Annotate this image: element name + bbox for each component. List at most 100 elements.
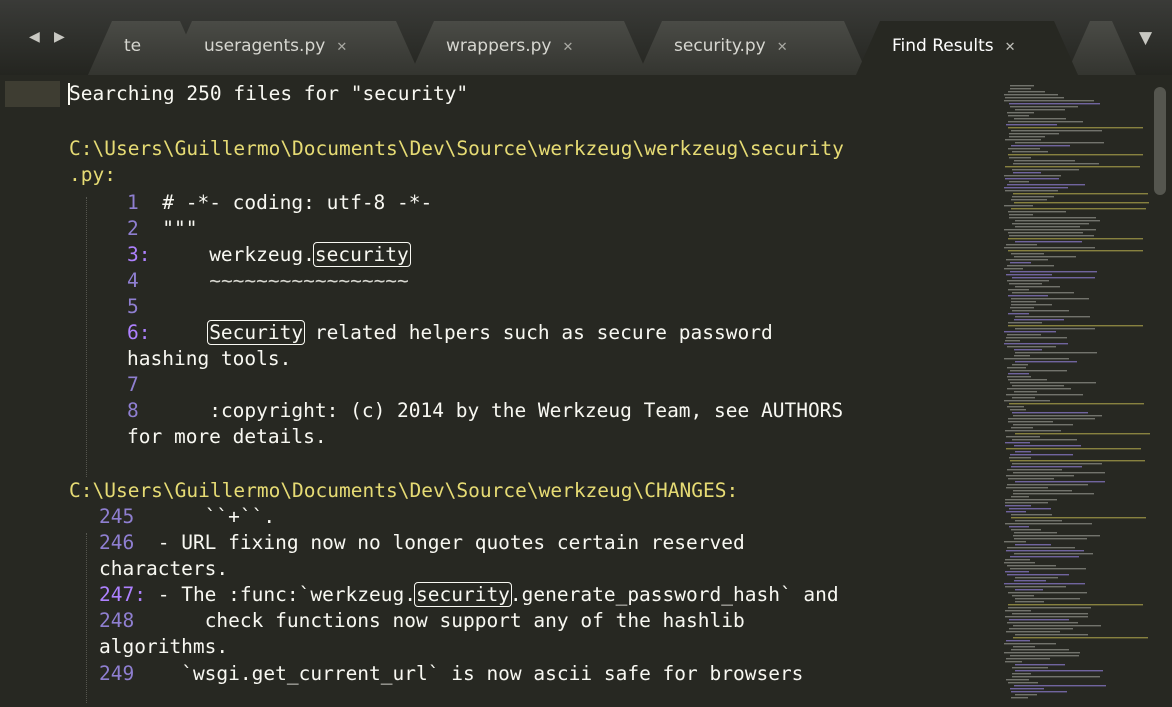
minimap-line bbox=[1009, 628, 1073, 630]
tab-find-results[interactable]: Find Results ✕ bbox=[856, 21, 1078, 75]
line-text: `wsgi.get_current_url` is now ascii safe… bbox=[181, 662, 804, 685]
tab-wrappers-py[interactable]: wrappers.py ✕ bbox=[410, 21, 648, 75]
tab-useragents-py[interactable]: useragents.py ✕ bbox=[168, 21, 420, 75]
tab-scroll-right-icon[interactable]: ▶ bbox=[54, 29, 65, 45]
minimap-line bbox=[1008, 418, 1095, 420]
scrollbar-thumb[interactable] bbox=[1154, 87, 1166, 195]
minimap-line bbox=[1012, 151, 1048, 153]
result-line[interactable]: 4 ~~~~~~~~~~~~~~~~~ bbox=[127, 268, 409, 294]
minimap-line bbox=[1007, 469, 1062, 471]
minimap-line bbox=[1009, 214, 1033, 216]
result-line-match[interactable]: 6: Security related helpers such as secu… bbox=[127, 320, 773, 346]
minimap-line bbox=[1010, 85, 1034, 87]
minimap-line bbox=[1008, 322, 1042, 324]
minimap-line bbox=[1014, 532, 1057, 534]
minimap-line bbox=[1007, 574, 1069, 576]
text-cursor bbox=[68, 83, 70, 105]
minimap-line bbox=[1011, 691, 1067, 693]
line-number: 2 bbox=[127, 217, 139, 240]
minimap-line bbox=[1012, 613, 1088, 615]
tab-bar: ◀ ▶ te useragents.py ✕ wrappers.py ✕ secur… bbox=[0, 0, 1172, 75]
result-line-wrap: for more details. bbox=[127, 425, 327, 448]
line-text: .generate_password_hash` and bbox=[509, 583, 839, 606]
minimap-content bbox=[1004, 85, 1150, 699]
minimap-line bbox=[1005, 523, 1092, 525]
result-line[interactable]: 249 `wsgi.get_current_url` is now ascii … bbox=[99, 661, 803, 687]
minimap-line bbox=[1011, 253, 1044, 255]
minimap-line bbox=[1010, 460, 1145, 462]
minimap-line bbox=[1011, 304, 1052, 306]
minimap-line bbox=[1013, 172, 1041, 174]
minimap-line bbox=[1009, 103, 1100, 105]
file-path[interactable]: C:\Users\Guillermo\Documents\Dev\Source\… bbox=[69, 136, 844, 162]
result-line[interactable]: 245 ``+``. bbox=[99, 504, 275, 530]
minimap-line bbox=[1007, 280, 1049, 282]
tab-security-py[interactable]: security.py ✕ bbox=[638, 21, 868, 75]
minimap-line bbox=[1011, 466, 1082, 468]
minimap-line bbox=[1006, 487, 1048, 489]
close-icon[interactable]: ✕ bbox=[1005, 40, 1016, 55]
vertical-scrollbar[interactable] bbox=[1150, 75, 1172, 707]
line-text: werkzeug. bbox=[209, 243, 315, 266]
line-text: ~~~~~~~~~~~~~~~~~ bbox=[209, 269, 409, 292]
result-line[interactable]: 5 bbox=[127, 294, 139, 320]
minimap-line bbox=[1005, 502, 1048, 504]
minimap-line bbox=[1005, 586, 1066, 588]
close-icon[interactable]: ✕ bbox=[777, 40, 788, 55]
minimap-line bbox=[1005, 559, 1030, 561]
minimap-line bbox=[1015, 601, 1044, 603]
tab-overflow-icon[interactable]: ▼ bbox=[1139, 28, 1152, 48]
tab-partial[interactable] bbox=[1066, 21, 1136, 75]
minimap-line bbox=[1015, 109, 1065, 111]
minimap-line bbox=[1011, 649, 1069, 651]
line-number: 247: bbox=[99, 583, 146, 606]
minimap-line bbox=[1014, 355, 1030, 357]
minimap-line bbox=[1014, 553, 1093, 555]
file-path-continued[interactable]: .py: bbox=[69, 162, 116, 188]
minimap-line bbox=[1008, 295, 1048, 297]
minimap-line bbox=[1015, 577, 1058, 579]
minimap-line bbox=[1010, 454, 1073, 456]
result-line[interactable]: 2 """ bbox=[127, 216, 197, 242]
result-line[interactable]: 8 :copyright: (c) 2014 by the Werkzeug T… bbox=[127, 398, 843, 424]
minimap-line bbox=[1006, 436, 1040, 438]
minimap-line bbox=[1006, 511, 1026, 513]
minimap-line bbox=[1006, 259, 1048, 261]
close-icon[interactable]: ✕ bbox=[562, 40, 573, 55]
minimap-line bbox=[1010, 556, 1079, 558]
minimap-line bbox=[1008, 115, 1029, 117]
result-line-match[interactable]: 247: - The :func:`werkzeug.security.gene… bbox=[99, 582, 839, 608]
minimap-line bbox=[1004, 247, 1095, 249]
minimap-line bbox=[1005, 178, 1059, 180]
minimap-line bbox=[1015, 142, 1104, 144]
minimap-line bbox=[1009, 619, 1069, 621]
result-line[interactable]: 7 bbox=[127, 372, 139, 398]
minimap-line bbox=[1015, 694, 1037, 696]
file-path[interactable]: C:\Users\Guillermo\Documents\Dev\Source\… bbox=[69, 478, 738, 504]
result-line-match[interactable]: 3: werkzeug.security bbox=[127, 242, 411, 268]
close-icon[interactable]: ✕ bbox=[336, 40, 347, 55]
find-results-editor[interactable]: Searching 250 files for "security" C:\Us… bbox=[0, 75, 1000, 707]
minimap-line bbox=[1013, 415, 1102, 417]
minimap-line bbox=[1015, 589, 1043, 591]
minimap-line bbox=[1004, 229, 1096, 231]
line-number: 8 bbox=[127, 399, 139, 422]
minimap-line bbox=[1012, 385, 1064, 387]
result-line[interactable]: 248 check functions now support any of t… bbox=[99, 608, 745, 634]
minimap-line bbox=[1014, 349, 1042, 351]
minimap-line bbox=[1015, 433, 1150, 435]
tab-scroll-left-icon[interactable]: ◀ bbox=[29, 29, 40, 45]
minimap-line bbox=[1005, 499, 1057, 501]
minimap-line bbox=[1004, 187, 1068, 189]
minimap-line bbox=[1011, 427, 1033, 429]
minimap-line bbox=[1005, 430, 1061, 432]
result-line[interactable]: 246 - URL fixing now no longer quotes ce… bbox=[99, 530, 745, 556]
minimap-line bbox=[1004, 331, 1056, 333]
minimap-line bbox=[1013, 472, 1105, 474]
result-line[interactable]: 1 # -*- coding: utf-8 -*- bbox=[127, 190, 432, 216]
minimap-line bbox=[1010, 655, 1079, 657]
minimap[interactable] bbox=[1000, 75, 1150, 707]
minimap-line bbox=[1008, 211, 1066, 213]
minimap-line bbox=[1008, 421, 1053, 423]
minimap-line bbox=[1006, 448, 1141, 450]
